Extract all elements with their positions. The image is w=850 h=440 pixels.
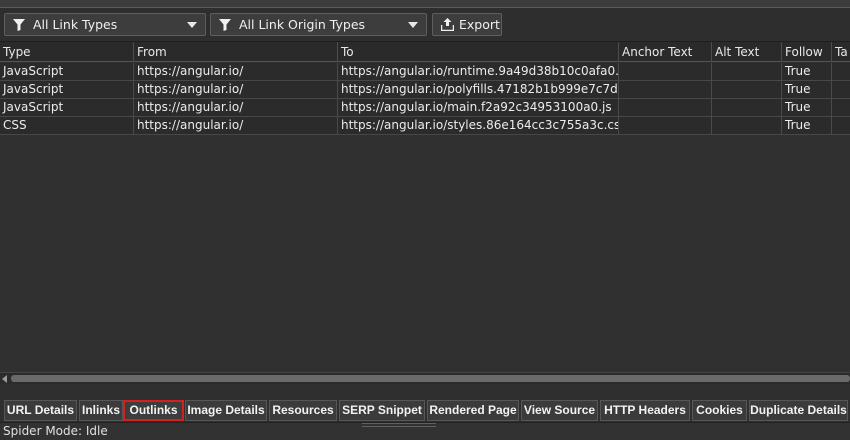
- horizontal-scrollbar[interactable]: [0, 372, 850, 384]
- window-top-strip: [0, 0, 850, 8]
- cell-alt-text: [712, 117, 782, 135]
- cell-type: JavaScript: [0, 81, 134, 99]
- cell-from: https://angular.io/: [134, 117, 338, 135]
- column-header-follow[interactable]: Follow: [782, 42, 832, 62]
- column-header-target[interactable]: Ta: [832, 42, 850, 62]
- cell-to: https://angular.io/polyfills.47182b1b999…: [338, 81, 619, 99]
- cell-target: [832, 117, 850, 135]
- table-row[interactable]: JavaScript https://angular.io/ https://a…: [0, 99, 850, 117]
- table-header: Type From To Anchor Text Alt Text Follow…: [0, 42, 850, 62]
- filter-toolbar: All Link Types All Link Origin Types Exp…: [0, 8, 850, 41]
- column-header-to[interactable]: To: [338, 42, 619, 62]
- table-row[interactable]: JavaScript https://angular.io/ https://a…: [0, 63, 850, 81]
- cell-follow: True: [782, 63, 832, 81]
- cell-alt-text: [712, 81, 782, 99]
- cell-to: https://angular.io/runtime.9a49d38b10c0a…: [338, 63, 619, 81]
- link-types-label: All Link Types: [33, 17, 118, 32]
- cell-from: https://angular.io/: [134, 99, 338, 117]
- tab-cookies[interactable]: Cookies: [692, 400, 747, 421]
- link-types-dropdown[interactable]: All Link Types: [4, 13, 206, 36]
- cell-type: JavaScript: [0, 63, 134, 81]
- scroll-left-arrow-icon[interactable]: [2, 375, 7, 383]
- cell-target: [832, 99, 850, 117]
- tab-inlinks[interactable]: Inlinks: [79, 400, 123, 421]
- cell-from: https://angular.io/: [134, 81, 338, 99]
- table-row[interactable]: JavaScript https://angular.io/ https://a…: [0, 81, 850, 99]
- export-label: Export: [459, 17, 500, 32]
- cell-anchor-text: [619, 117, 712, 135]
- tab-resources[interactable]: Resources: [269, 400, 337, 421]
- table-row[interactable]: CSS https://angular.io/ https://angular.…: [0, 117, 850, 135]
- cell-from: https://angular.io/: [134, 63, 338, 81]
- resize-grip[interactable]: [362, 423, 436, 427]
- chevron-down-icon: [187, 22, 197, 28]
- tab-http-headers[interactable]: HTTP Headers: [600, 400, 690, 421]
- tab-view-source[interactable]: View Source: [521, 400, 598, 421]
- tab-serp-snippet[interactable]: SERP Snippet: [339, 400, 425, 421]
- chevron-down-icon: [408, 22, 418, 28]
- tab-outlinks[interactable]: Outlinks: [123, 400, 184, 421]
- cell-type: CSS: [0, 117, 134, 135]
- column-header-alt-text[interactable]: Alt Text: [712, 42, 782, 62]
- export-button[interactable]: Export: [432, 13, 502, 36]
- scrollbar-thumb[interactable]: [11, 375, 850, 382]
- outlinks-table: Type From To Anchor Text Alt Text Follow…: [0, 41, 850, 372]
- status-bar: Spider Mode: Idle: [0, 422, 850, 440]
- spider-mode-status: Spider Mode: Idle: [3, 424, 108, 438]
- link-origin-types-dropdown[interactable]: All Link Origin Types: [210, 13, 427, 36]
- funnel-icon: [219, 18, 231, 31]
- cell-anchor-text: [619, 99, 712, 117]
- cell-to: https://angular.io/main.f2a92c34953100a0…: [338, 99, 619, 117]
- column-header-from[interactable]: From: [134, 42, 338, 62]
- cell-alt-text: [712, 99, 782, 117]
- tab-url-details[interactable]: URL Details: [4, 400, 77, 421]
- cell-anchor-text: [619, 81, 712, 99]
- cell-anchor-text: [619, 63, 712, 81]
- cell-target: [832, 81, 850, 99]
- export-icon: [441, 18, 454, 31]
- cell-follow: True: [782, 81, 832, 99]
- column-header-anchor-text[interactable]: Anchor Text: [619, 42, 712, 62]
- cell-follow: True: [782, 99, 832, 117]
- cell-follow: True: [782, 117, 832, 135]
- detail-tab-bar: URL Details Inlinks Outlinks Image Detai…: [0, 384, 850, 422]
- funnel-icon: [13, 18, 25, 31]
- link-origin-types-label: All Link Origin Types: [239, 17, 366, 32]
- cell-alt-text: [712, 63, 782, 81]
- tab-image-details[interactable]: Image Details: [185, 400, 267, 421]
- cell-type: JavaScript: [0, 99, 134, 117]
- tab-duplicate-details[interactable]: Duplicate Details: [749, 400, 848, 421]
- tab-rendered-page[interactable]: Rendered Page: [427, 400, 519, 421]
- column-header-type[interactable]: Type: [0, 42, 134, 62]
- cell-target: [832, 63, 850, 81]
- cell-to: https://angular.io/styles.86e164cc3c755a…: [338, 117, 619, 135]
